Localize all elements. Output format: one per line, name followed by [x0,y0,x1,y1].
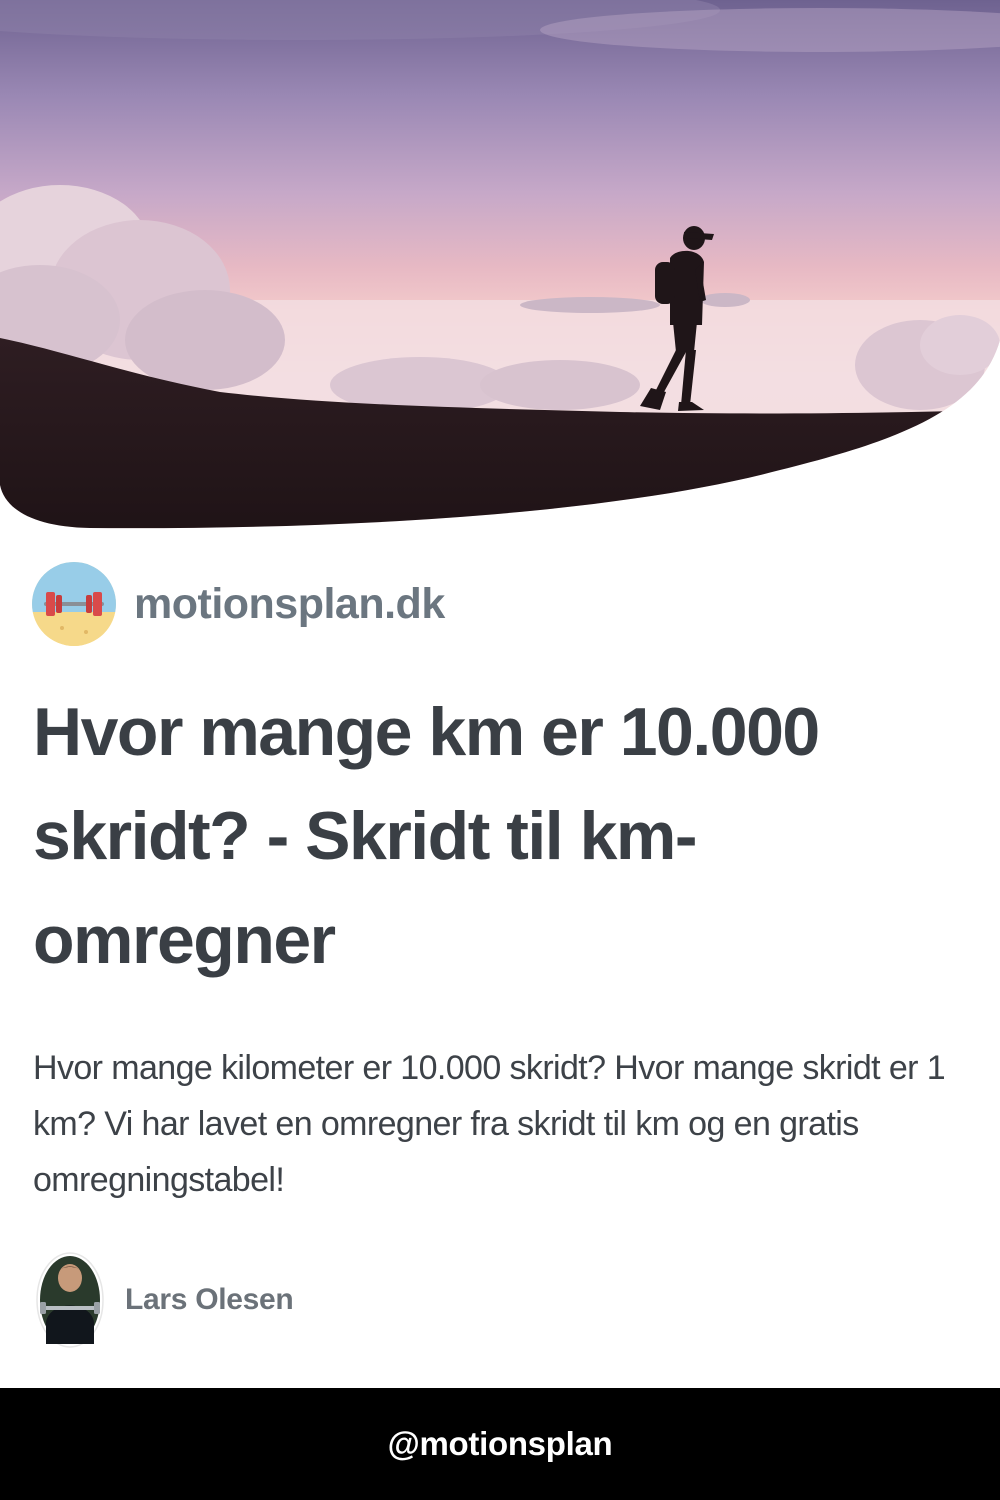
author[interactable]: Lars Olesen [36,1252,294,1348]
author-avatar [36,1252,104,1348]
social-handle[interactable]: @motionsplan [388,1425,613,1463]
article-description: Hvor mange kilometer er 10.000 skridt? H… [33,1049,946,1199]
article-title[interactable]: Hvor mange km er 10.000 skridt? - Skridt… [33,680,933,992]
dumbbell-beach-icon [32,562,116,646]
site-name: motionsplan.dk [134,579,445,628]
site-brand[interactable]: motionsplan.dk [32,562,445,646]
footer-bar: @motionsplan [0,1388,1000,1500]
author-name: Lars Olesen [125,1283,294,1316]
hero-image [0,0,1000,529]
